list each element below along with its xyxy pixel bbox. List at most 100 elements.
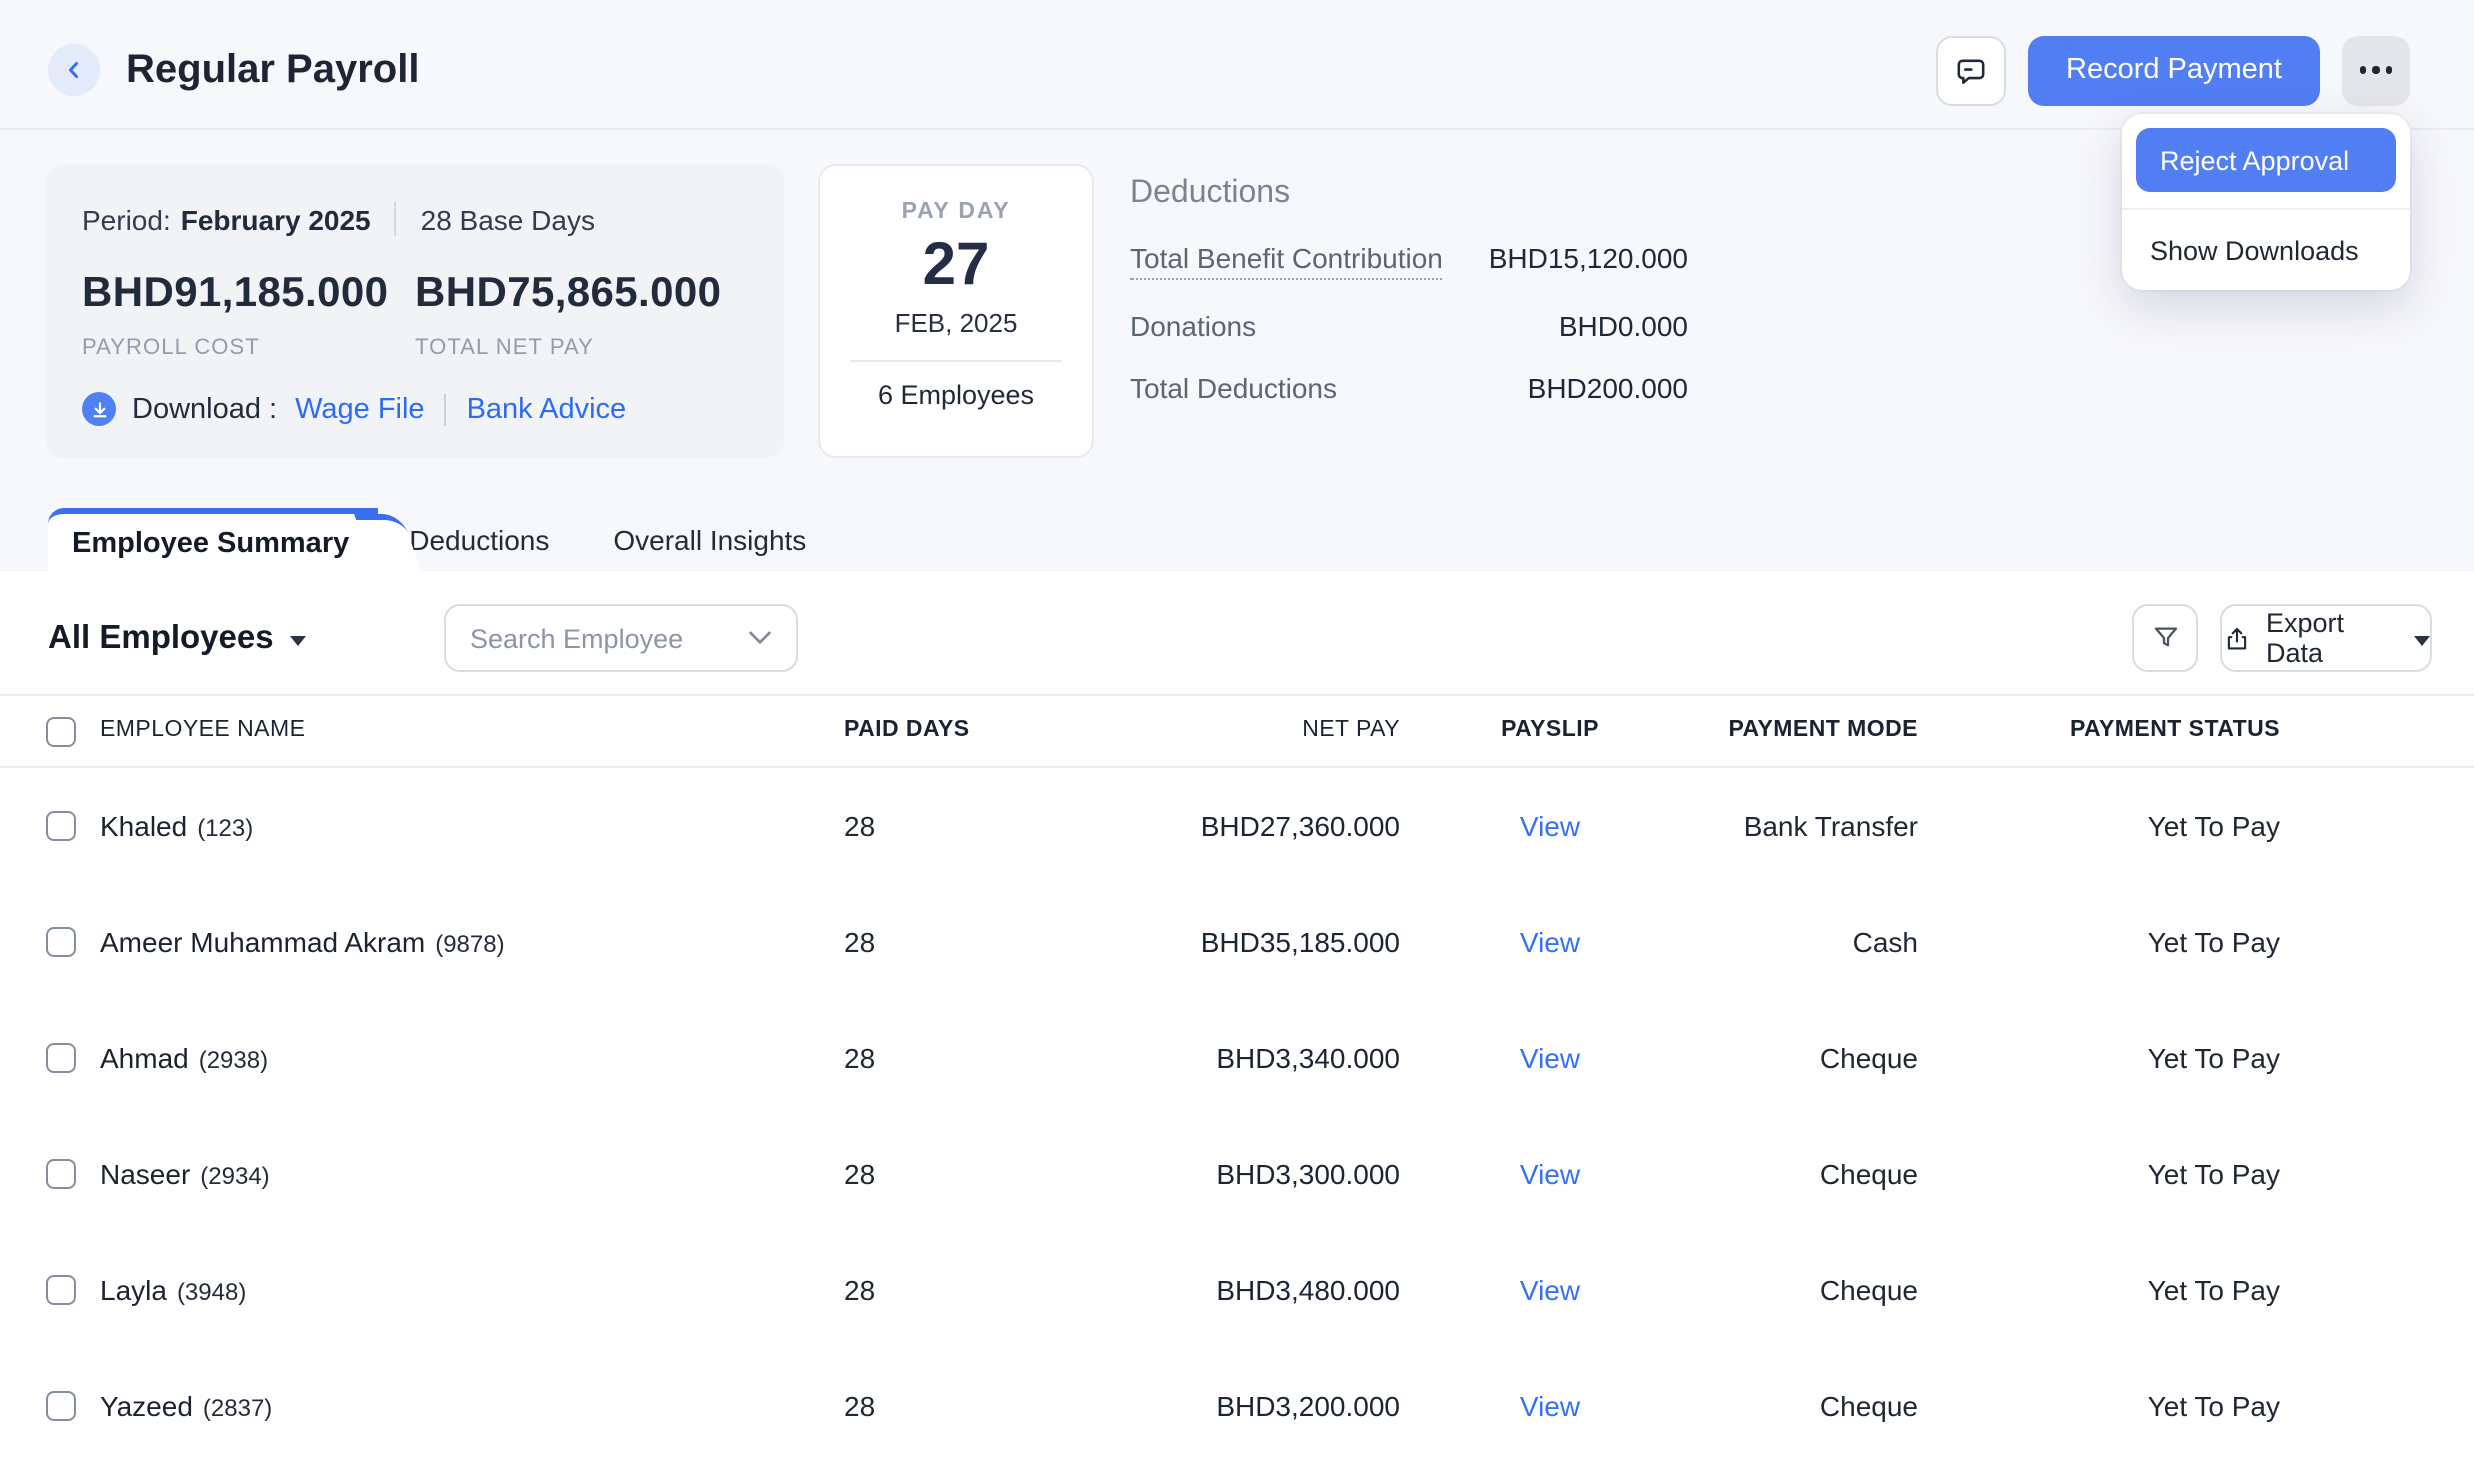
row-checkbox[interactable] <box>46 1159 76 1189</box>
payment-status: Yet To Pay <box>2148 1348 2280 1464</box>
employee-id: (123) <box>197 814 253 842</box>
net-pay: BHD35,185.000 <box>1201 884 1400 1000</box>
view-payslip-link[interactable]: View <box>1520 1042 1580 1074</box>
row-checkbox[interactable] <box>46 1275 76 1305</box>
donations-label: Donations <box>1130 310 1256 342</box>
paid-days: 28 <box>844 1116 875 1232</box>
paid-days: 28 <box>844 1348 875 1464</box>
table-header: EMPLOYEE NAME PAID DAYS NET PAY PAYSLIP … <box>0 696 2474 768</box>
deduction-row: Total Benefit Contribution BHD15,120.000 <box>1130 242 1688 280</box>
export-icon <box>2222 623 2252 653</box>
row-checkbox[interactable] <box>46 811 76 841</box>
back-button[interactable] <box>48 44 100 96</box>
payment-status: Yet To Pay <box>2148 884 2280 1000</box>
col-payment-status: PAYMENT STATUS <box>2070 696 2280 766</box>
divider <box>395 202 397 236</box>
more-options-menu: Reject Approval Show Downloads <box>2122 114 2410 290</box>
filter-button[interactable] <box>2132 604 2198 672</box>
chevron-down-icon <box>290 636 306 646</box>
paid-days: 28 <box>844 768 875 884</box>
donations-value: BHD0.000 <box>1559 310 1688 342</box>
total-benefit-contribution-label[interactable]: Total Benefit Contribution <box>1130 242 1443 280</box>
employee-count: 6 Employees <box>878 380 1034 410</box>
export-data-button[interactable]: Export Data <box>2220 604 2432 672</box>
employee-name[interactable]: Layla(3948) <box>100 1232 246 1350</box>
net-pay: BHD3,340.000 <box>1216 1000 1400 1116</box>
wage-file-link[interactable]: Wage File <box>295 393 424 425</box>
record-payment-button[interactable]: Record Payment <box>2028 35 2320 105</box>
row-checkbox[interactable] <box>46 1043 76 1073</box>
chevron-down-icon <box>2414 635 2430 645</box>
tab-overall-insights[interactable]: Overall Insights <box>581 508 838 572</box>
paid-days: 28 <box>844 1232 875 1348</box>
employee-id: (3948) <box>177 1278 246 1306</box>
net-pay: BHD27,360.000 <box>1201 768 1400 884</box>
header-bar: Regular Payroll Record Payment <box>0 0 2474 130</box>
employee-name[interactable]: Naseer(2934) <box>100 1116 270 1234</box>
total-net-pay-amount: BHD75,865.000 <box>415 270 748 318</box>
payment-status: Yet To Pay <box>2148 1116 2280 1232</box>
employee-name[interactable]: Yazeed(2837) <box>100 1348 272 1466</box>
total-deductions-value: BHD200.000 <box>1528 372 1688 404</box>
period-label: Period: <box>82 203 171 235</box>
employee-id: (2938) <box>199 1046 268 1074</box>
total-net-pay-label: TOTAL NET PAY <box>415 336 748 360</box>
page-title: Regular Payroll <box>126 47 419 93</box>
paid-days: 28 <box>844 1000 875 1116</box>
comments-button[interactable] <box>1936 35 2006 105</box>
view-payslip-link[interactable]: View <box>1520 810 1580 842</box>
deductions-title: Deductions <box>1130 176 1688 212</box>
bank-advice-link[interactable]: Bank Advice <box>467 393 627 425</box>
more-options-button[interactable] <box>2342 35 2410 105</box>
payment-status: Yet To Pay <box>2148 768 2280 884</box>
payroll-page: Regular Payroll Record Payment Reject Ap… <box>0 0 2474 1456</box>
table-row: Ameer Muhammad Akram(9878) 28 BHD35,185.… <box>0 884 2474 1000</box>
period-value: February 2025 <box>181 203 371 235</box>
table-row: Naseer(2934) 28 BHD3,300.000 View Cheque… <box>0 1116 2474 1232</box>
employee-name[interactable]: Khaled(123) <box>100 768 253 886</box>
col-payment-mode: PAYMENT MODE <box>1728 696 1918 766</box>
view-payslip-link[interactable]: View <box>1520 1274 1580 1306</box>
pay-day-number: 27 <box>923 232 990 300</box>
view-payslip-link[interactable]: View <box>1520 926 1580 958</box>
total-net-pay-block: BHD75,865.000 TOTAL NET PAY <box>415 270 748 360</box>
net-pay: BHD3,300.000 <box>1216 1116 1400 1232</box>
col-payslip: PAYSLIP <box>1490 696 1610 766</box>
payment-mode: Bank Transfer <box>1744 768 1918 884</box>
payment-status: Yet To Pay <box>2148 1000 2280 1116</box>
pay-day-card: PAY DAY 27 FEB, 2025 6 Employees <box>818 164 1094 458</box>
back-chevron-icon <box>62 58 86 82</box>
table-row: Yazeed(2837) 28 BHD3,200.000 View Cheque… <box>0 1348 2474 1464</box>
table-row: Ahmad(2938) 28 BHD3,340.000 View Cheque … <box>0 1000 2474 1116</box>
select-all-checkbox[interactable] <box>46 716 76 746</box>
employee-name[interactable]: Ahmad(2938) <box>100 1000 268 1118</box>
download-label: Download : <box>132 393 277 425</box>
amounts-row: BHD91,185.000 PAYROLL COST BHD75,865.000… <box>82 270 748 360</box>
employee-name[interactable]: Ameer Muhammad Akram(9878) <box>100 884 505 1002</box>
download-icon <box>82 392 116 426</box>
employee-scope-dropdown[interactable]: All Employees <box>48 620 306 658</box>
tab-employee-summary[interactable]: Employee Summary <box>48 508 377 572</box>
pay-day-date: FEB, 2025 <box>895 308 1018 338</box>
col-paid-days: PAID DAYS <box>844 696 970 766</box>
employee-summary-panel: All Employees Search Employee Export Dat… <box>0 572 2474 1456</box>
table-row: Khaled(123) 28 BHD27,360.000 View Bank T… <box>0 768 2474 884</box>
view-payslip-link[interactable]: View <box>1520 1158 1580 1190</box>
payroll-cost-block: BHD91,185.000 PAYROLL COST <box>82 270 415 360</box>
menu-item-reject-approval[interactable]: Reject Approval <box>2136 128 2396 192</box>
row-checkbox[interactable] <box>46 927 76 957</box>
payment-status: Yet To Pay <box>2148 1232 2280 1348</box>
search-employee-input[interactable]: Search Employee <box>444 604 798 672</box>
payment-mode: Cash <box>1853 884 1918 1000</box>
table-row: Layla(3948) 28 BHD3,480.000 View Cheque … <box>0 1232 2474 1348</box>
col-employee-name: EMPLOYEE NAME <box>100 696 305 766</box>
payment-mode: Cheque <box>1820 1348 1918 1464</box>
view-payslip-link[interactable]: View <box>1520 1390 1580 1422</box>
employee-id: (9878) <box>435 930 504 958</box>
base-days: 28 Base Days <box>421 203 595 235</box>
menu-item-show-downloads[interactable]: Show Downloads <box>2122 210 2410 290</box>
pay-day-label: PAY DAY <box>902 200 1011 224</box>
deduction-row: Donations BHD0.000 <box>1130 310 1688 342</box>
row-checkbox[interactable] <box>46 1391 76 1421</box>
divider <box>850 360 1062 362</box>
